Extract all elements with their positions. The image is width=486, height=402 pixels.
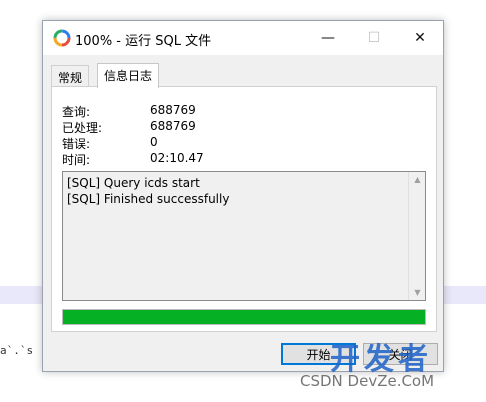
time-value: 02:10.47 xyxy=(150,151,204,165)
close-window-button[interactable]: ✕ xyxy=(397,21,443,55)
minimize-button[interactable]: — xyxy=(305,21,351,55)
progress-fill xyxy=(63,310,425,324)
title-bar[interactable]: 100% - 运行 SQL 文件 — ☐ ✕ xyxy=(43,21,443,55)
window-title: 100% - 运行 SQL 文件 xyxy=(75,34,212,49)
errors-label: 错误: xyxy=(62,137,91,151)
editor-code-fragment: a`.`s xyxy=(0,344,34,357)
scroll-down-icon[interactable]: ▼ xyxy=(409,288,426,297)
scroll-up-icon[interactable]: ▲ xyxy=(409,175,426,184)
log-scrollbar[interactable]: ▲ ▼ xyxy=(408,172,425,300)
tab-info-log[interactable]: 信息日志 xyxy=(97,63,160,88)
processed-label: 已处理: xyxy=(62,121,103,135)
progress-bar xyxy=(62,309,426,325)
log-line: [SQL] Finished successfully xyxy=(67,192,230,206)
errors-value: 0 xyxy=(150,135,158,149)
time-label: 时间: xyxy=(62,153,91,167)
info-log-panel: 查询: 688769 已处理: 688769 错误: 0 时间: 02:10.4… xyxy=(51,86,437,332)
run-sql-file-dialog: 100% - 运行 SQL 文件 — ☐ ✕ 常规 信息日志 查询: 68876… xyxy=(42,20,444,372)
log-textarea[interactable]: [SQL] Query icds start [SQL] Finished su… xyxy=(62,171,426,301)
query-value: 688769 xyxy=(150,103,196,117)
tab-general[interactable]: 常规 xyxy=(51,65,90,87)
app-logo-icon xyxy=(53,29,71,47)
maximize-button: ☐ xyxy=(367,30,381,46)
watermark-text: CSDN DevZe.CoM xyxy=(300,372,435,390)
log-line: [SQL] Query icds start xyxy=(67,176,200,190)
query-label: 查询: xyxy=(62,105,91,119)
processed-value: 688769 xyxy=(150,119,196,133)
